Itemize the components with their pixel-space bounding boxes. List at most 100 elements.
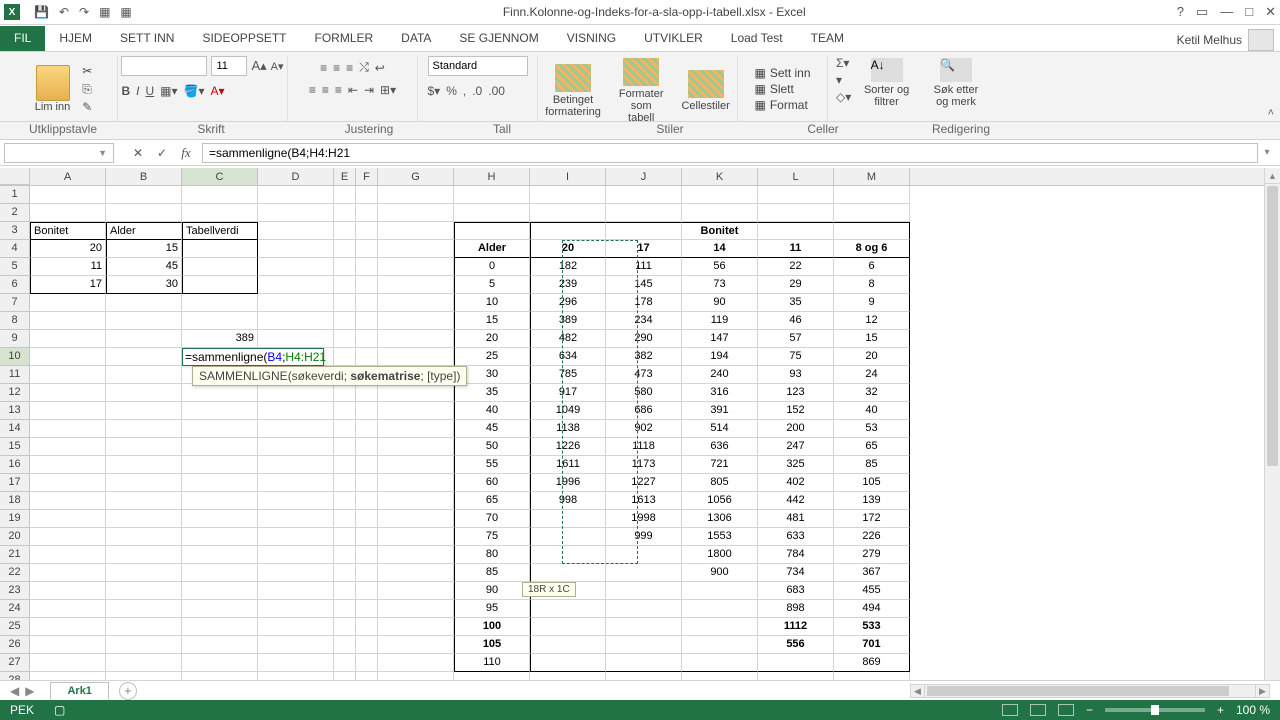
- row-header[interactable]: 21: [0, 546, 30, 564]
- cell[interactable]: [182, 312, 258, 330]
- cell[interactable]: [106, 600, 182, 618]
- cell[interactable]: 105: [454, 636, 530, 654]
- cell[interactable]: [454, 186, 530, 204]
- cell[interactable]: 784: [758, 546, 834, 564]
- autosum-button[interactable]: Σ▾: [836, 56, 851, 70]
- cell[interactable]: [530, 528, 606, 546]
- row-header[interactable]: 28: [0, 672, 30, 680]
- cell[interactable]: [378, 384, 454, 402]
- cell[interactable]: 234: [606, 312, 682, 330]
- cell[interactable]: 139: [834, 492, 910, 510]
- cell[interactable]: [334, 384, 356, 402]
- bold-button[interactable]: B: [121, 84, 130, 98]
- cell[interactable]: 1611: [530, 456, 606, 474]
- cell[interactable]: [606, 186, 682, 204]
- spreadsheet-grid[interactable]: ABCDEFGHIJKLM 123BonitetAlderTabellverdi…: [0, 168, 1280, 680]
- qat-icon-2[interactable]: ▦: [120, 5, 131, 19]
- cell[interactable]: [378, 456, 454, 474]
- cell[interactable]: [334, 240, 356, 258]
- cell[interactable]: [30, 546, 106, 564]
- cell[interactable]: [606, 582, 682, 600]
- cell[interactable]: [356, 546, 378, 564]
- row-header[interactable]: 20: [0, 528, 30, 546]
- view-pagebreak-icon[interactable]: [1058, 704, 1074, 716]
- cell[interactable]: [334, 420, 356, 438]
- cell[interactable]: [30, 600, 106, 618]
- cell[interactable]: Alder: [106, 222, 182, 240]
- cell[interactable]: [606, 600, 682, 618]
- align-mid-icon[interactable]: ≡: [333, 61, 340, 75]
- cell[interactable]: 1226: [530, 438, 606, 456]
- cell[interactable]: 45: [106, 258, 182, 276]
- cancel-formula-button[interactable]: ✕: [130, 146, 146, 160]
- cell[interactable]: [258, 384, 334, 402]
- format-painter-button[interactable]: ✎: [82, 100, 96, 114]
- cell[interactable]: [182, 636, 258, 654]
- cell[interactable]: [606, 636, 682, 654]
- fx-icon[interactable]: fx: [178, 145, 194, 161]
- cell[interactable]: [182, 672, 258, 680]
- cell[interactable]: [182, 204, 258, 222]
- delete-cells-button[interactable]: ▦Slett: [754, 82, 810, 96]
- col-header-A[interactable]: A: [30, 168, 106, 185]
- font-color-button[interactable]: A▾: [211, 84, 225, 98]
- cell[interactable]: [834, 186, 910, 204]
- row-header[interactable]: 2: [0, 204, 30, 222]
- cell[interactable]: 85: [834, 456, 910, 474]
- cell[interactable]: 636: [682, 438, 758, 456]
- cell[interactable]: [356, 582, 378, 600]
- cell[interactable]: 998: [530, 492, 606, 510]
- cell[interactable]: 100: [454, 618, 530, 636]
- cell[interactable]: 200: [758, 420, 834, 438]
- cell[interactable]: 15: [834, 330, 910, 348]
- cell[interactable]: 686: [606, 402, 682, 420]
- cell[interactable]: [182, 654, 258, 672]
- cell[interactable]: [530, 564, 606, 582]
- ribbon-tab-hjem[interactable]: HJEM: [45, 26, 106, 51]
- cell[interactable]: [30, 204, 106, 222]
- row-header[interactable]: 14: [0, 420, 30, 438]
- paste-button[interactable]: Lim inn: [29, 63, 76, 115]
- cell[interactable]: [356, 636, 378, 654]
- cell[interactable]: [30, 474, 106, 492]
- cell[interactable]: 634: [530, 348, 606, 366]
- cell[interactable]: [682, 600, 758, 618]
- ribbon-tab-utvikler[interactable]: UTVIKLER: [630, 26, 717, 51]
- cell[interactable]: [106, 330, 182, 348]
- cell[interactable]: [258, 618, 334, 636]
- cell[interactable]: 111: [606, 258, 682, 276]
- cell[interactable]: [182, 276, 258, 294]
- cell[interactable]: [834, 672, 910, 680]
- cell[interactable]: 65: [454, 492, 530, 510]
- cell[interactable]: 105: [834, 474, 910, 492]
- cell[interactable]: [106, 654, 182, 672]
- cell[interactable]: 226: [834, 528, 910, 546]
- row-header[interactable]: 9: [0, 330, 30, 348]
- cell[interactable]: [530, 222, 606, 240]
- cell[interactable]: [356, 564, 378, 582]
- cell[interactable]: 683: [758, 582, 834, 600]
- cell[interactable]: [106, 474, 182, 492]
- cell[interactable]: [606, 546, 682, 564]
- cell[interactable]: [682, 582, 758, 600]
- cell[interactable]: [334, 564, 356, 582]
- cell[interactable]: 734: [758, 564, 834, 582]
- cell[interactable]: [378, 438, 454, 456]
- cell[interactable]: [758, 672, 834, 680]
- cell[interactable]: [258, 204, 334, 222]
- cell[interactable]: Tabellverdi: [182, 222, 258, 240]
- cell[interactable]: [334, 348, 356, 366]
- cell[interactable]: [106, 312, 182, 330]
- cell[interactable]: 556: [758, 636, 834, 654]
- cell[interactable]: [356, 294, 378, 312]
- cell[interactable]: 1118: [606, 438, 682, 456]
- cell[interactable]: [758, 654, 834, 672]
- cell[interactable]: [182, 420, 258, 438]
- cell-styles-button[interactable]: Cellestiler: [675, 68, 735, 114]
- cell[interactable]: 75: [454, 528, 530, 546]
- cell[interactable]: 35: [758, 294, 834, 312]
- cell[interactable]: [334, 672, 356, 680]
- cell[interactable]: 17: [606, 240, 682, 258]
- cell[interactable]: 30: [106, 276, 182, 294]
- cell[interactable]: [182, 510, 258, 528]
